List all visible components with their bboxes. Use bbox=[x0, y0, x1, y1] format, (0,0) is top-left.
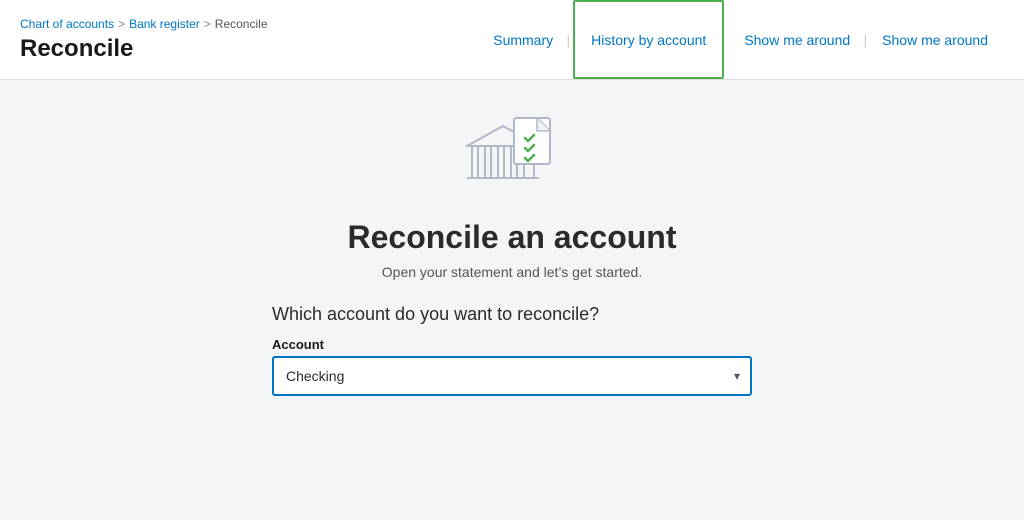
nav-summary[interactable]: Summary bbox=[477, 0, 569, 79]
nav-history-by-account[interactable]: History by account bbox=[573, 0, 724, 79]
bank-illustration bbox=[462, 108, 562, 203]
nav-show-me-around-2[interactable]: Show me around bbox=[866, 0, 1004, 79]
form-question: Which account do you want to reconcile? bbox=[272, 304, 752, 325]
account-form: Which account do you want to reconcile? … bbox=[272, 304, 752, 396]
reconcile-heading: Reconcile an account bbox=[348, 219, 677, 256]
breadcrumb-chart-of-accounts[interactable]: Chart of accounts bbox=[20, 17, 114, 31]
breadcrumb-current: Reconcile bbox=[215, 17, 268, 31]
header: Chart of accounts > Bank register > Reco… bbox=[0, 0, 1024, 80]
page-title: Reconcile bbox=[20, 35, 268, 63]
breadcrumb-bank-register[interactable]: Bank register bbox=[129, 17, 200, 31]
account-select-wrapper: Checking Savings Credit Card ▾ bbox=[272, 356, 752, 396]
header-left: Chart of accounts > Bank register > Reco… bbox=[20, 17, 268, 63]
account-select[interactable]: Checking Savings Credit Card bbox=[272, 356, 752, 396]
breadcrumb-sep-1: > bbox=[118, 17, 125, 31]
breadcrumb-sep-2: > bbox=[204, 17, 211, 31]
reconcile-subheading: Open your statement and let’s get starte… bbox=[382, 264, 642, 280]
nav-show-me-around-1[interactable]: Show me around bbox=[728, 0, 866, 79]
header-nav: Summary History by account Show me aroun… bbox=[477, 0, 1004, 79]
account-label: Account bbox=[272, 337, 752, 352]
breadcrumb: Chart of accounts > Bank register > Reco… bbox=[20, 17, 268, 31]
main-content: Reconcile an account Open your statement… bbox=[0, 80, 1024, 520]
